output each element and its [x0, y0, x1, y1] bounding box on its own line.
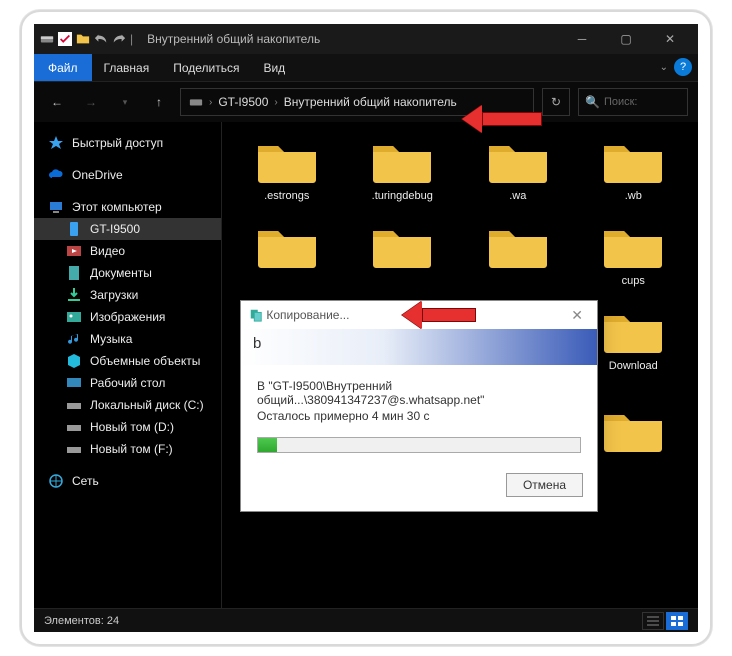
folder-label: Download [609, 360, 658, 373]
cancel-button[interactable]: Отмена [506, 473, 583, 497]
status-count-label: Элементов: [44, 615, 104, 627]
sidebar-item-drive-d[interactable]: Новый том (D:) [34, 416, 221, 438]
annotation-arrow [402, 308, 476, 322]
dialog-close-button[interactable]: ✕ [565, 307, 589, 324]
folder-label: .wa [509, 190, 526, 203]
document-icon [66, 265, 82, 281]
titlebar: | Внутренний общий накопитель ─ ▢ ✕ [34, 24, 698, 54]
check-icon [58, 32, 72, 46]
drive-icon [189, 95, 203, 109]
sidebar-item-documents[interactable]: Документы [34, 262, 221, 284]
sidebar-item-videos[interactable]: Видео [34, 240, 221, 262]
tab-view[interactable]: Вид [251, 54, 297, 81]
back-button[interactable]: ← [44, 89, 70, 115]
status-bar: Элементов: 24 [34, 608, 698, 632]
view-icons-button[interactable] [666, 612, 688, 630]
drive-icon [66, 419, 82, 435]
annotation-arrow [462, 112, 542, 126]
sidebar-item-3d[interactable]: Объемные объекты [34, 350, 221, 372]
tab-share[interactable]: Поделиться [161, 54, 251, 81]
sidebar-item-desktop[interactable]: Рабочий стол [34, 372, 221, 394]
folder-item[interactable] [463, 221, 573, 288]
view-details-button[interactable] [642, 612, 664, 630]
window-controls: ─ ▢ ✕ [560, 24, 692, 54]
folder-label: .estrongs [264, 190, 309, 203]
sidebar-item-drive-c[interactable]: Локальный диск (C:) [34, 394, 221, 416]
sidebar-onedrive[interactable]: OneDrive [34, 164, 221, 186]
drive-icon [66, 441, 82, 457]
tab-file[interactable]: Файл [34, 54, 92, 81]
network-icon [48, 473, 64, 489]
folder-label: cups [622, 275, 645, 288]
folder-item[interactable]: cups [579, 221, 689, 288]
folder-item[interactable]: .estrongs [232, 136, 342, 203]
sidebar: Быстрый доступ OneDrive Этот компьютер G… [34, 122, 222, 608]
expand-ribbon-icon[interactable]: ⌄ [660, 62, 668, 73]
help-icon[interactable]: ? [674, 58, 692, 76]
sidebar-item-device[interactable]: GT-I9500 [34, 218, 221, 240]
star-icon [48, 135, 64, 151]
window-title: Внутренний общий накопитель [147, 32, 554, 46]
drive-icon [40, 32, 54, 46]
sidebar-item-downloads[interactable]: Загрузки [34, 284, 221, 306]
recent-button[interactable]: ▾ [112, 89, 138, 115]
folder-item[interactable]: .turingdebug [348, 136, 458, 203]
phone-icon [66, 221, 82, 237]
drive-icon [66, 397, 82, 413]
sidebar-item-music[interactable]: Музыка [34, 328, 221, 350]
desktop-icon [66, 375, 82, 391]
address-bar-row: ← → ▾ ↑ › GT-I9500 › Внутренний общий на… [34, 82, 698, 122]
cube-icon [66, 353, 82, 369]
search-input[interactable]: 🔍 Поиск: [578, 88, 688, 116]
up-button[interactable]: ↑ [146, 89, 172, 115]
folder-item[interactable]: .wa [463, 136, 573, 203]
folder-label: .turingdebug [372, 190, 433, 203]
sidebar-item-drive-f[interactable]: Новый том (F:) [34, 438, 221, 460]
chevron-right-icon: › [274, 97, 277, 108]
video-icon [66, 243, 82, 259]
progress-bar [257, 437, 581, 453]
undo-icon[interactable] [94, 32, 108, 46]
search-icon: 🔍 [585, 95, 600, 109]
crumb-device[interactable]: GT-I9500 [218, 95, 268, 109]
folder-item[interactable]: .wb [579, 136, 689, 203]
dialog-title: Копирование... [266, 308, 349, 322]
dialog-time-remaining: Осталось примерно 4 мин 30 с [257, 409, 581, 423]
download-icon [66, 287, 82, 303]
close-button[interactable]: ✕ [648, 24, 692, 54]
picture-icon [66, 309, 82, 325]
folder-icon [76, 32, 90, 46]
forward-button[interactable]: → [78, 89, 104, 115]
sidebar-item-pictures[interactable]: Изображения [34, 306, 221, 328]
folder-item[interactable] [232, 221, 342, 288]
sidebar-network[interactable]: Сеть [34, 470, 221, 492]
search-placeholder: Поиск: [604, 96, 638, 108]
redo-icon[interactable] [112, 32, 126, 46]
pc-icon [48, 199, 64, 215]
maximize-button[interactable]: ▢ [604, 24, 648, 54]
sidebar-quick-access[interactable]: Быстрый доступ [34, 132, 221, 154]
dialog-destination: В "GT-I9500\Внутренний общий...\38094134… [257, 379, 581, 407]
status-count: 24 [107, 615, 119, 627]
chevron-right-icon: › [209, 97, 212, 108]
dialog-current-item: b [253, 335, 261, 352]
copy-icon [249, 308, 263, 322]
copy-dialog: Копирование... ✕ b В "GT-I9500\Внутренни… [240, 300, 598, 512]
refresh-button[interactable]: ↻ [542, 88, 570, 116]
ribbon: Файл Главная Поделиться Вид ⌄ ? [34, 54, 698, 82]
music-icon [66, 331, 82, 347]
cloud-icon [48, 167, 64, 183]
sidebar-this-pc[interactable]: Этот компьютер [34, 196, 221, 218]
minimize-button[interactable]: ─ [560, 24, 604, 54]
tab-home[interactable]: Главная [92, 54, 162, 81]
folder-item[interactable] [348, 221, 458, 288]
folder-label: .wb [625, 190, 642, 203]
progress-fill [258, 438, 277, 452]
quick-access-toolbar: | [40, 32, 133, 46]
dialog-banner: b [241, 329, 597, 365]
crumb-storage[interactable]: Внутренний общий накопитель [284, 95, 457, 109]
